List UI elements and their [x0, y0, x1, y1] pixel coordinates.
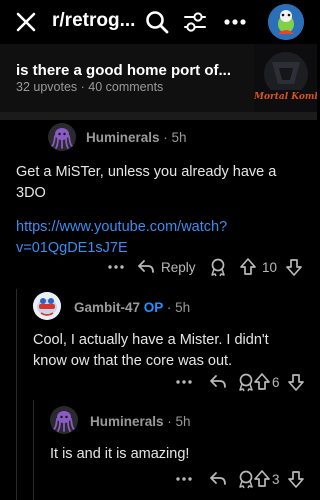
comment-age: · 5h	[163, 130, 187, 145]
award-icon[interactable]	[208, 255, 228, 279]
comment-body: It is and it is amazing!	[50, 444, 310, 465]
vote-count: 3	[272, 471, 280, 487]
comment-text-line: Get a MiSTer, unless you already have a	[16, 164, 277, 180]
comment-text-line: It is and it is amazing!	[50, 446, 190, 462]
comment-author[interactable]: Gambit-47 OP · 5h	[74, 300, 190, 315]
comment-link[interactable]: https://www.youtube.com/watch? v=01QgDE1…	[16, 217, 306, 259]
commenter-avatar[interactable]	[50, 406, 78, 434]
more-options-icon[interactable]	[174, 467, 194, 491]
post-meta: 32 upvotes · 40 comments	[16, 80, 164, 94]
op-badge: OP	[143, 300, 164, 315]
post-title[interactable]: is there a good home port of...	[16, 62, 231, 79]
more-options-icon[interactable]	[174, 370, 194, 394]
comment-body: Get a MiSTer, unless you already have a …	[16, 162, 306, 259]
link-line[interactable]: https://www.youtube.com/watch?	[16, 217, 306, 238]
section-divider	[0, 112, 317, 120]
reply-button[interactable]: Reply	[136, 255, 196, 279]
search-icon[interactable]	[144, 9, 170, 35]
close-icon[interactable]	[14, 10, 38, 34]
vote-count: 6	[272, 374, 280, 390]
commenter-avatar[interactable]	[33, 292, 61, 320]
author-name[interactable]: Huminerals	[90, 414, 164, 429]
thread-line	[33, 400, 34, 500]
author-name[interactable]: Huminerals	[86, 130, 160, 145]
comment-age: · 5h	[167, 414, 191, 429]
comment-text-line: Cool, I actually have a Mister. I didn't	[33, 332, 269, 348]
commenter-avatar[interactable]	[48, 123, 76, 151]
comment-actions: Reply 10	[100, 255, 310, 279]
comment-body: Cool, I actually have a Mister. I didn't…	[33, 330, 313, 372]
author-name[interactable]: Gambit-47	[74, 300, 140, 315]
thread-line	[16, 289, 17, 500]
user-avatar[interactable]	[268, 4, 304, 40]
comment-text-line: know ow that the core was out.	[33, 353, 233, 369]
comment-age: · 5h	[166, 300, 191, 315]
reply-label[interactable]: Reply	[161, 260, 196, 275]
comment-actions: 3	[170, 467, 310, 491]
comment-author[interactable]: Huminerals · 5h	[90, 414, 191, 429]
upvote-icon[interactable]	[238, 255, 258, 279]
upvote-icon[interactable]	[252, 370, 272, 394]
downvote-icon[interactable]	[286, 370, 306, 394]
post-thumbnail[interactable]: Mortal Kombat II	[254, 44, 317, 112]
thumbnail-logo-text: Mortal Kombat II	[254, 92, 317, 102]
downvote-icon[interactable]	[286, 467, 306, 491]
more-options-icon[interactable]	[106, 255, 126, 279]
comment-author[interactable]: Huminerals · 5h	[86, 130, 187, 145]
comment-actions: 6	[170, 370, 310, 394]
vote-count: 10	[262, 259, 278, 275]
more-options-icon[interactable]	[222, 9, 248, 35]
top-bar: r/retrog...	[0, 0, 317, 44]
reply-icon	[138, 260, 154, 273]
subreddit-title[interactable]: r/retrog...	[52, 10, 135, 32]
comment-text-line: 3DO	[16, 185, 46, 201]
reply-icon[interactable]	[208, 370, 228, 394]
reply-icon[interactable]	[208, 467, 228, 491]
upvote-icon[interactable]	[252, 467, 272, 491]
filter-icon[interactable]	[182, 9, 208, 35]
post-header[interactable]: is there a good home port of... 32 upvot…	[0, 44, 317, 112]
downvote-icon[interactable]	[284, 255, 304, 279]
